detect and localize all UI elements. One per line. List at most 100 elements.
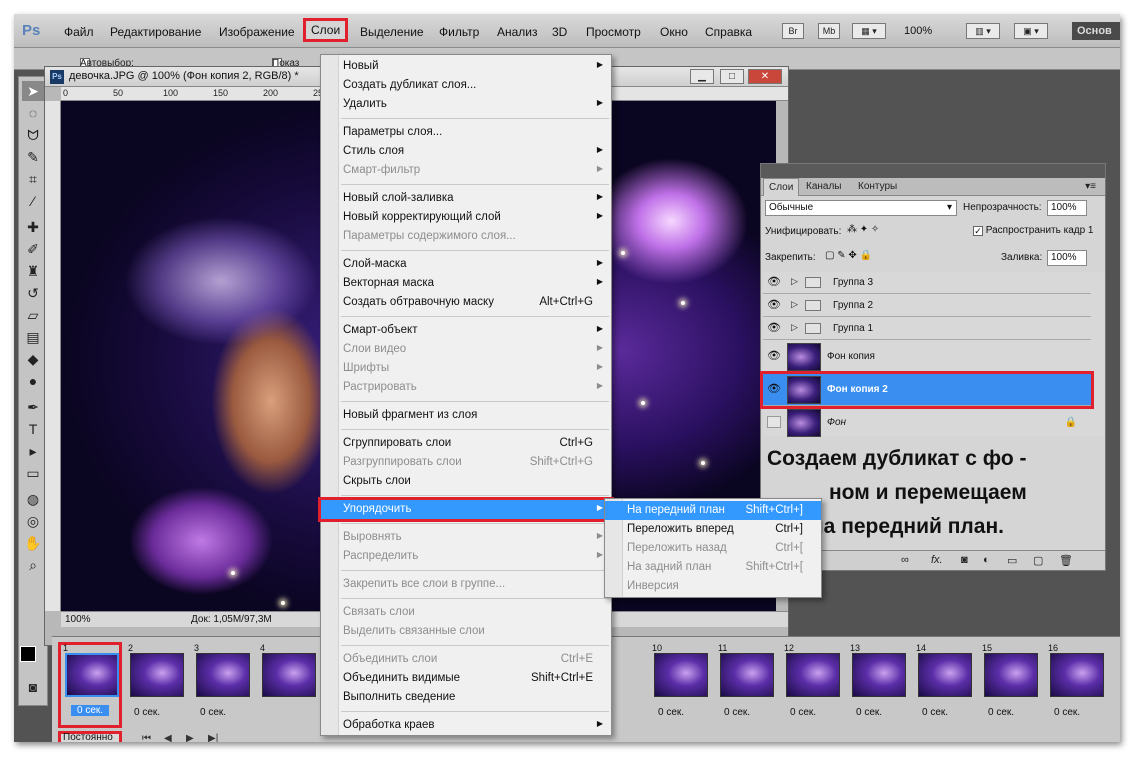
blend-mode-select[interactable]: Обычные ▾ bbox=[765, 200, 957, 216]
new-group-icon[interactable]: ▭ bbox=[1007, 554, 1017, 567]
animation-frame[interactable]: 10 0 сек. bbox=[650, 643, 714, 723]
play-icon[interactable]: ▶ bbox=[186, 733, 194, 742]
menu-analysis[interactable]: Анализ bbox=[497, 25, 538, 39]
stamp-tool-icon[interactable]: ♜ bbox=[22, 261, 44, 281]
doc-info[interactable]: Док: 1,05M/97,3M bbox=[191, 614, 272, 625]
menu-item[interactable]: Слой-маска ▶ bbox=[321, 255, 611, 274]
frame-delay[interactable]: 0 сек. bbox=[658, 707, 684, 718]
gradient-tool-icon[interactable]: ▤ bbox=[22, 327, 44, 347]
menu-item[interactable]: Стиль слоя ▶ bbox=[321, 142, 611, 161]
adjustment-layer-icon[interactable]: ◐ bbox=[983, 554, 990, 566]
menu-item[interactable]: Новый корректирующий слой ▶ bbox=[321, 208, 611, 227]
first-frame-icon[interactable]: ⏮ bbox=[142, 733, 151, 742]
frame-delay[interactable]: 0 сек. bbox=[856, 707, 882, 718]
expand-triangle-icon[interactable]: ▷ bbox=[791, 322, 798, 333]
menu-item[interactable]: Новый фрагмент из слоя bbox=[321, 406, 611, 425]
animation-frame[interactable]: 11 0 сек. bbox=[716, 643, 780, 723]
expand-triangle-icon[interactable]: ▷ bbox=[791, 299, 798, 310]
menu-select[interactable]: Выделение bbox=[360, 25, 424, 39]
menu-file[interactable]: Файл bbox=[64, 25, 94, 39]
quickmask-icon[interactable]: ◙ bbox=[22, 677, 44, 697]
marquee-tool-icon[interactable]: ◌ bbox=[22, 103, 44, 123]
frame-delay[interactable]: 0 сек. bbox=[790, 707, 816, 718]
animation-frame[interactable]: 1 0 сек. bbox=[58, 642, 122, 728]
visibility-box[interactable] bbox=[767, 416, 781, 428]
hand-tool-icon[interactable]: ✋ bbox=[22, 533, 44, 553]
close-icon[interactable]: ✕ bbox=[748, 69, 782, 84]
loop-select[interactable]: Постоянно bbox=[58, 731, 122, 742]
expand-triangle-icon[interactable]: ▷ bbox=[791, 276, 798, 287]
animation-frame[interactable]: 2 0 сек. bbox=[126, 643, 190, 723]
menu-3d[interactable]: 3D bbox=[552, 25, 567, 39]
workspace-button[interactable]: Основ bbox=[1072, 22, 1120, 40]
view-extras-icon[interactable]: ▦ ▾ bbox=[852, 23, 886, 39]
menu-item[interactable]: Скрыть слои bbox=[321, 472, 611, 491]
submenu-item[interactable]: Переложить вперед Ctrl+] bbox=[605, 520, 821, 539]
menu-item[interactable]: Удалить ▶ bbox=[321, 95, 611, 114]
pen-tool-icon[interactable]: ✒ bbox=[22, 397, 44, 417]
layer-row-bg-copy-2[interactable]: 👁 Фон копия 2 bbox=[760, 371, 1094, 409]
maximize-icon[interactable]: □ bbox=[720, 69, 744, 84]
layer-row-group-1[interactable]: 👁 ▷ Группа 1 bbox=[763, 318, 1091, 340]
move-tool-icon[interactable]: ➤ bbox=[22, 81, 44, 101]
propagate-frame[interactable]: ✓ Распространить кадр 1 bbox=[973, 225, 1094, 236]
lock-icons[interactable]: ▢ ✎ ✥ 🔒 bbox=[825, 250, 872, 261]
menu-item[interactable]: Смарт-объект ▶ bbox=[321, 321, 611, 340]
link-layers-icon[interactable]: ∞ bbox=[901, 554, 909, 566]
frame-delay[interactable]: 0 сек. bbox=[200, 707, 226, 718]
prev-frame-icon[interactable]: ◀ bbox=[164, 733, 172, 742]
menu-item[interactable]: Новый ▶ bbox=[321, 57, 611, 76]
3d-rotate-tool-icon[interactable]: ◍ bbox=[22, 489, 44, 509]
trash-icon[interactable]: 🗑 bbox=[1059, 554, 1073, 567]
animation-frame[interactable]: 3 0 сек. bbox=[192, 643, 256, 723]
menu-item[interactable]: Выполнить сведение bbox=[321, 688, 611, 707]
lasso-tool-icon[interactable]: ᗢ bbox=[22, 125, 44, 145]
quick-select-tool-icon[interactable]: ✎ bbox=[22, 147, 44, 167]
new-layer-icon[interactable]: ▢ bbox=[1033, 554, 1043, 567]
brush-tool-icon[interactable]: ✐ bbox=[22, 239, 44, 259]
frame-delay[interactable]: 0 сек. bbox=[922, 707, 948, 718]
frame-delay[interactable]: 0 сек. bbox=[988, 707, 1014, 718]
eye-icon[interactable]: 👁 bbox=[767, 299, 781, 311]
eye-icon[interactable]: 👁 bbox=[767, 350, 781, 362]
minimize-icon[interactable]: ▁ bbox=[690, 69, 714, 84]
frame-delay[interactable]: 0 сек. bbox=[71, 705, 110, 716]
frame-delay[interactable]: 0 сек. bbox=[724, 707, 750, 718]
next-frame-icon[interactable]: ▶| bbox=[208, 733, 218, 742]
layer-row-group-2[interactable]: 👁 ▷ Группа 2 bbox=[763, 295, 1091, 317]
add-mask-icon[interactable]: ◙ bbox=[961, 554, 968, 566]
menu-help[interactable]: Справка bbox=[705, 25, 752, 39]
type-tool-icon[interactable]: T bbox=[22, 419, 44, 439]
menu-item[interactable]: Параметры слоя... bbox=[321, 123, 611, 142]
menu-item[interactable]: Векторная маска ▶ bbox=[321, 274, 611, 293]
opacity-field[interactable]: 100% bbox=[1047, 200, 1087, 216]
menu-layers[interactable]: Слои bbox=[302, 18, 349, 42]
propagate-checkbox[interactable]: ✓ bbox=[973, 226, 983, 236]
layer-row-bg[interactable]: Фон 🔒 bbox=[763, 407, 1091, 439]
arrange-docs-icon[interactable]: ▥ ▾ bbox=[966, 23, 1000, 39]
menu-item[interactable]: Новый слой-заливка ▶ bbox=[321, 189, 611, 208]
tab-layers[interactable]: Слои bbox=[763, 178, 800, 196]
menu-item[interactable]: Создать обтравочную маску Alt+Ctrl+G bbox=[321, 293, 611, 312]
unify-icons[interactable]: ⁂ ✦ ✧ bbox=[847, 224, 879, 235]
eraser-tool-icon[interactable]: ▱ bbox=[22, 305, 44, 325]
menu-item[interactable]: Создать дубликат слоя... bbox=[321, 76, 611, 95]
menu-item[interactable]: Упорядочить ▶ bbox=[318, 497, 614, 522]
panel-menu-icon[interactable]: ▾≡ bbox=[1080, 178, 1101, 196]
layer-row-group-3[interactable]: 👁 ▷ Группа 3 bbox=[763, 272, 1091, 294]
animation-frame[interactable]: 16 0 сек. bbox=[1046, 643, 1110, 723]
blur-tool-icon[interactable]: ◆ bbox=[22, 349, 44, 369]
frame-delay[interactable]: 0 сек. bbox=[134, 707, 160, 718]
animation-frame[interactable]: 14 0 сек. bbox=[914, 643, 978, 723]
menu-item[interactable]: Обработка краев ▶ bbox=[321, 716, 611, 735]
menu-view[interactable]: Просмотр bbox=[586, 25, 641, 39]
menu-image[interactable]: Изображение bbox=[219, 25, 295, 39]
menu-item[interactable]: Объединить видимые Shift+Ctrl+E bbox=[321, 669, 611, 688]
menu-edit[interactable]: Редактирование bbox=[110, 25, 201, 39]
layer-row-bg-copy[interactable]: 👁 Фон копия bbox=[763, 341, 1091, 373]
dodge-tool-icon[interactable]: ● bbox=[22, 371, 44, 391]
doc-zoom[interactable]: 100% bbox=[65, 614, 91, 625]
bridge-button[interactable]: Br bbox=[782, 23, 804, 39]
animation-frame[interactable]: 13 0 сек. bbox=[848, 643, 912, 723]
eye-icon[interactable]: 👁 bbox=[767, 276, 781, 288]
